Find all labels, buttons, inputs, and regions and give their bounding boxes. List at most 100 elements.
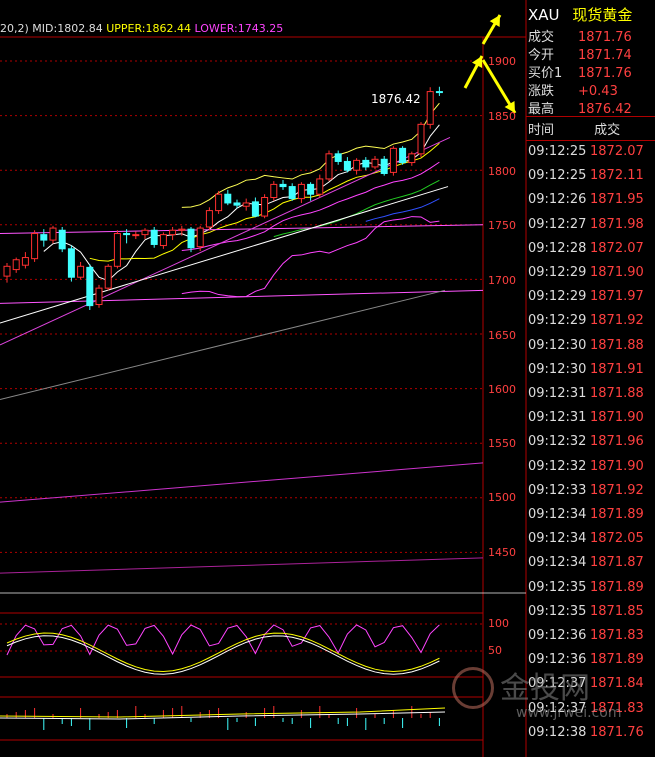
trade-time: 09:12:35 (528, 603, 587, 619)
candle (353, 158, 361, 175)
upper-value: UPPER:1862.44 (106, 22, 191, 35)
candle (187, 226, 195, 253)
candle-body (279, 183, 287, 188)
candle-body (40, 234, 48, 241)
candle (343, 157, 351, 173)
osc-j-line (6, 635, 440, 675)
trades-header: 时间 成交 (528, 119, 620, 138)
trade-price: 1871.85 (590, 603, 644, 619)
trade-price: 1871.97 (590, 289, 644, 305)
col-time: 时间 (528, 123, 555, 138)
candle (251, 197, 259, 218)
indicator-prefix: 20,2) (0, 22, 29, 35)
candle (169, 226, 177, 241)
trade-row: 09:12:29 1871.92 (528, 313, 644, 328)
candle-body (86, 266, 94, 307)
candle-body (233, 202, 241, 206)
trade-price: 1871.91 (590, 361, 644, 377)
trade-time: 09:12:34 (528, 555, 587, 571)
candle-body (380, 158, 388, 174)
trade-time: 09:12:32 (528, 458, 587, 474)
candle (307, 182, 315, 201)
trade-price: 1871.90 (590, 458, 644, 474)
candle (224, 189, 232, 206)
candle-body (325, 153, 333, 180)
y-tick: 1600 (488, 383, 516, 396)
trade-row: 09:12:34 1872.05 (528, 531, 644, 546)
trade-time: 09:12:34 (528, 531, 587, 547)
trendline-flat (0, 224, 484, 235)
candle-body (417, 123, 425, 155)
candle (113, 230, 121, 269)
candle-body (31, 233, 39, 260)
arrow-icon (481, 14, 502, 45)
candle-body (399, 147, 407, 164)
candle-body (196, 227, 204, 248)
trade-price: 1871.89 (590, 507, 644, 522)
y-tick: 1900 (488, 55, 516, 68)
candle (389, 146, 397, 176)
candle-body (169, 229, 177, 236)
trade-row: 09:12:28 1872.07 (528, 241, 644, 256)
candle-body (371, 158, 379, 168)
trade-time: 09:12:28 (528, 240, 587, 256)
indicator-header: 20,2) MID:1802.84 UPPER:1862.44 LOWER:17… (0, 22, 283, 35)
trade-row: 09:12:27 1871.98 (528, 217, 644, 232)
trade-row: 09:12:33 1871.92 (528, 483, 644, 498)
candle (279, 180, 287, 190)
trade-price: 1871.92 (590, 313, 644, 329)
candle (380, 156, 388, 176)
y-tick: 1700 (488, 274, 516, 287)
candle (242, 198, 250, 211)
candle-body (224, 193, 232, 204)
signal-line (0, 711, 446, 720)
candle-body (307, 183, 315, 195)
osc-d-line (6, 632, 440, 673)
candle-body (205, 210, 213, 228)
candle (58, 226, 66, 253)
volume-panel (0, 706, 446, 730)
trade-price: 1871.95 (590, 192, 644, 208)
candle (426, 87, 434, 129)
trade-time: 09:12:25 (528, 168, 587, 184)
trade-price: 1872.05 (590, 531, 644, 547)
candle (205, 207, 213, 231)
candle-body (362, 159, 370, 168)
trade-time: 09:12:29 (528, 289, 587, 305)
trendline-bottom (0, 557, 484, 574)
candle (316, 174, 324, 198)
candle-body (251, 201, 259, 217)
y-tick: 1800 (488, 165, 516, 178)
candle-body (104, 265, 112, 289)
trade-price: 1871.89 (590, 579, 644, 595)
candle (12, 257, 20, 273)
trade-row: 09:12:36 1871.83 (528, 628, 644, 643)
trade-price: 1871.96 (590, 434, 644, 450)
candle (325, 150, 333, 182)
candle (21, 252, 29, 269)
col-price: 成交 (594, 123, 621, 138)
candle (215, 190, 223, 214)
candle-body (270, 183, 278, 198)
trade-price: 1871.88 (590, 337, 644, 353)
trade-time: 09:12:26 (528, 192, 587, 208)
trade-row: 09:12:25 1872.07 (528, 144, 644, 159)
candle-body (215, 193, 223, 212)
candle (132, 231, 140, 239)
candle (261, 194, 269, 219)
watermark-url: www.jrwei.com (516, 705, 622, 721)
trade-price: 1871.92 (590, 482, 644, 498)
trade-time: 09:12:31 (528, 386, 587, 401)
watermark-logo-icon (452, 667, 494, 709)
candle-body (242, 202, 250, 207)
candle-body (159, 234, 167, 247)
trade-time: 09:12:30 (528, 361, 587, 377)
trade-time: 09:12:36 (528, 628, 587, 643)
candle-body (316, 178, 324, 195)
quote-title: XAU 现货黄金 (528, 4, 632, 25)
trade-row: 09:12:25 1872.11 (528, 168, 644, 183)
trade-row: 09:12:30 1871.88 (528, 338, 644, 353)
trade-time: 09:12:34 (528, 507, 587, 522)
candle (297, 182, 305, 203)
candle (86, 264, 94, 310)
